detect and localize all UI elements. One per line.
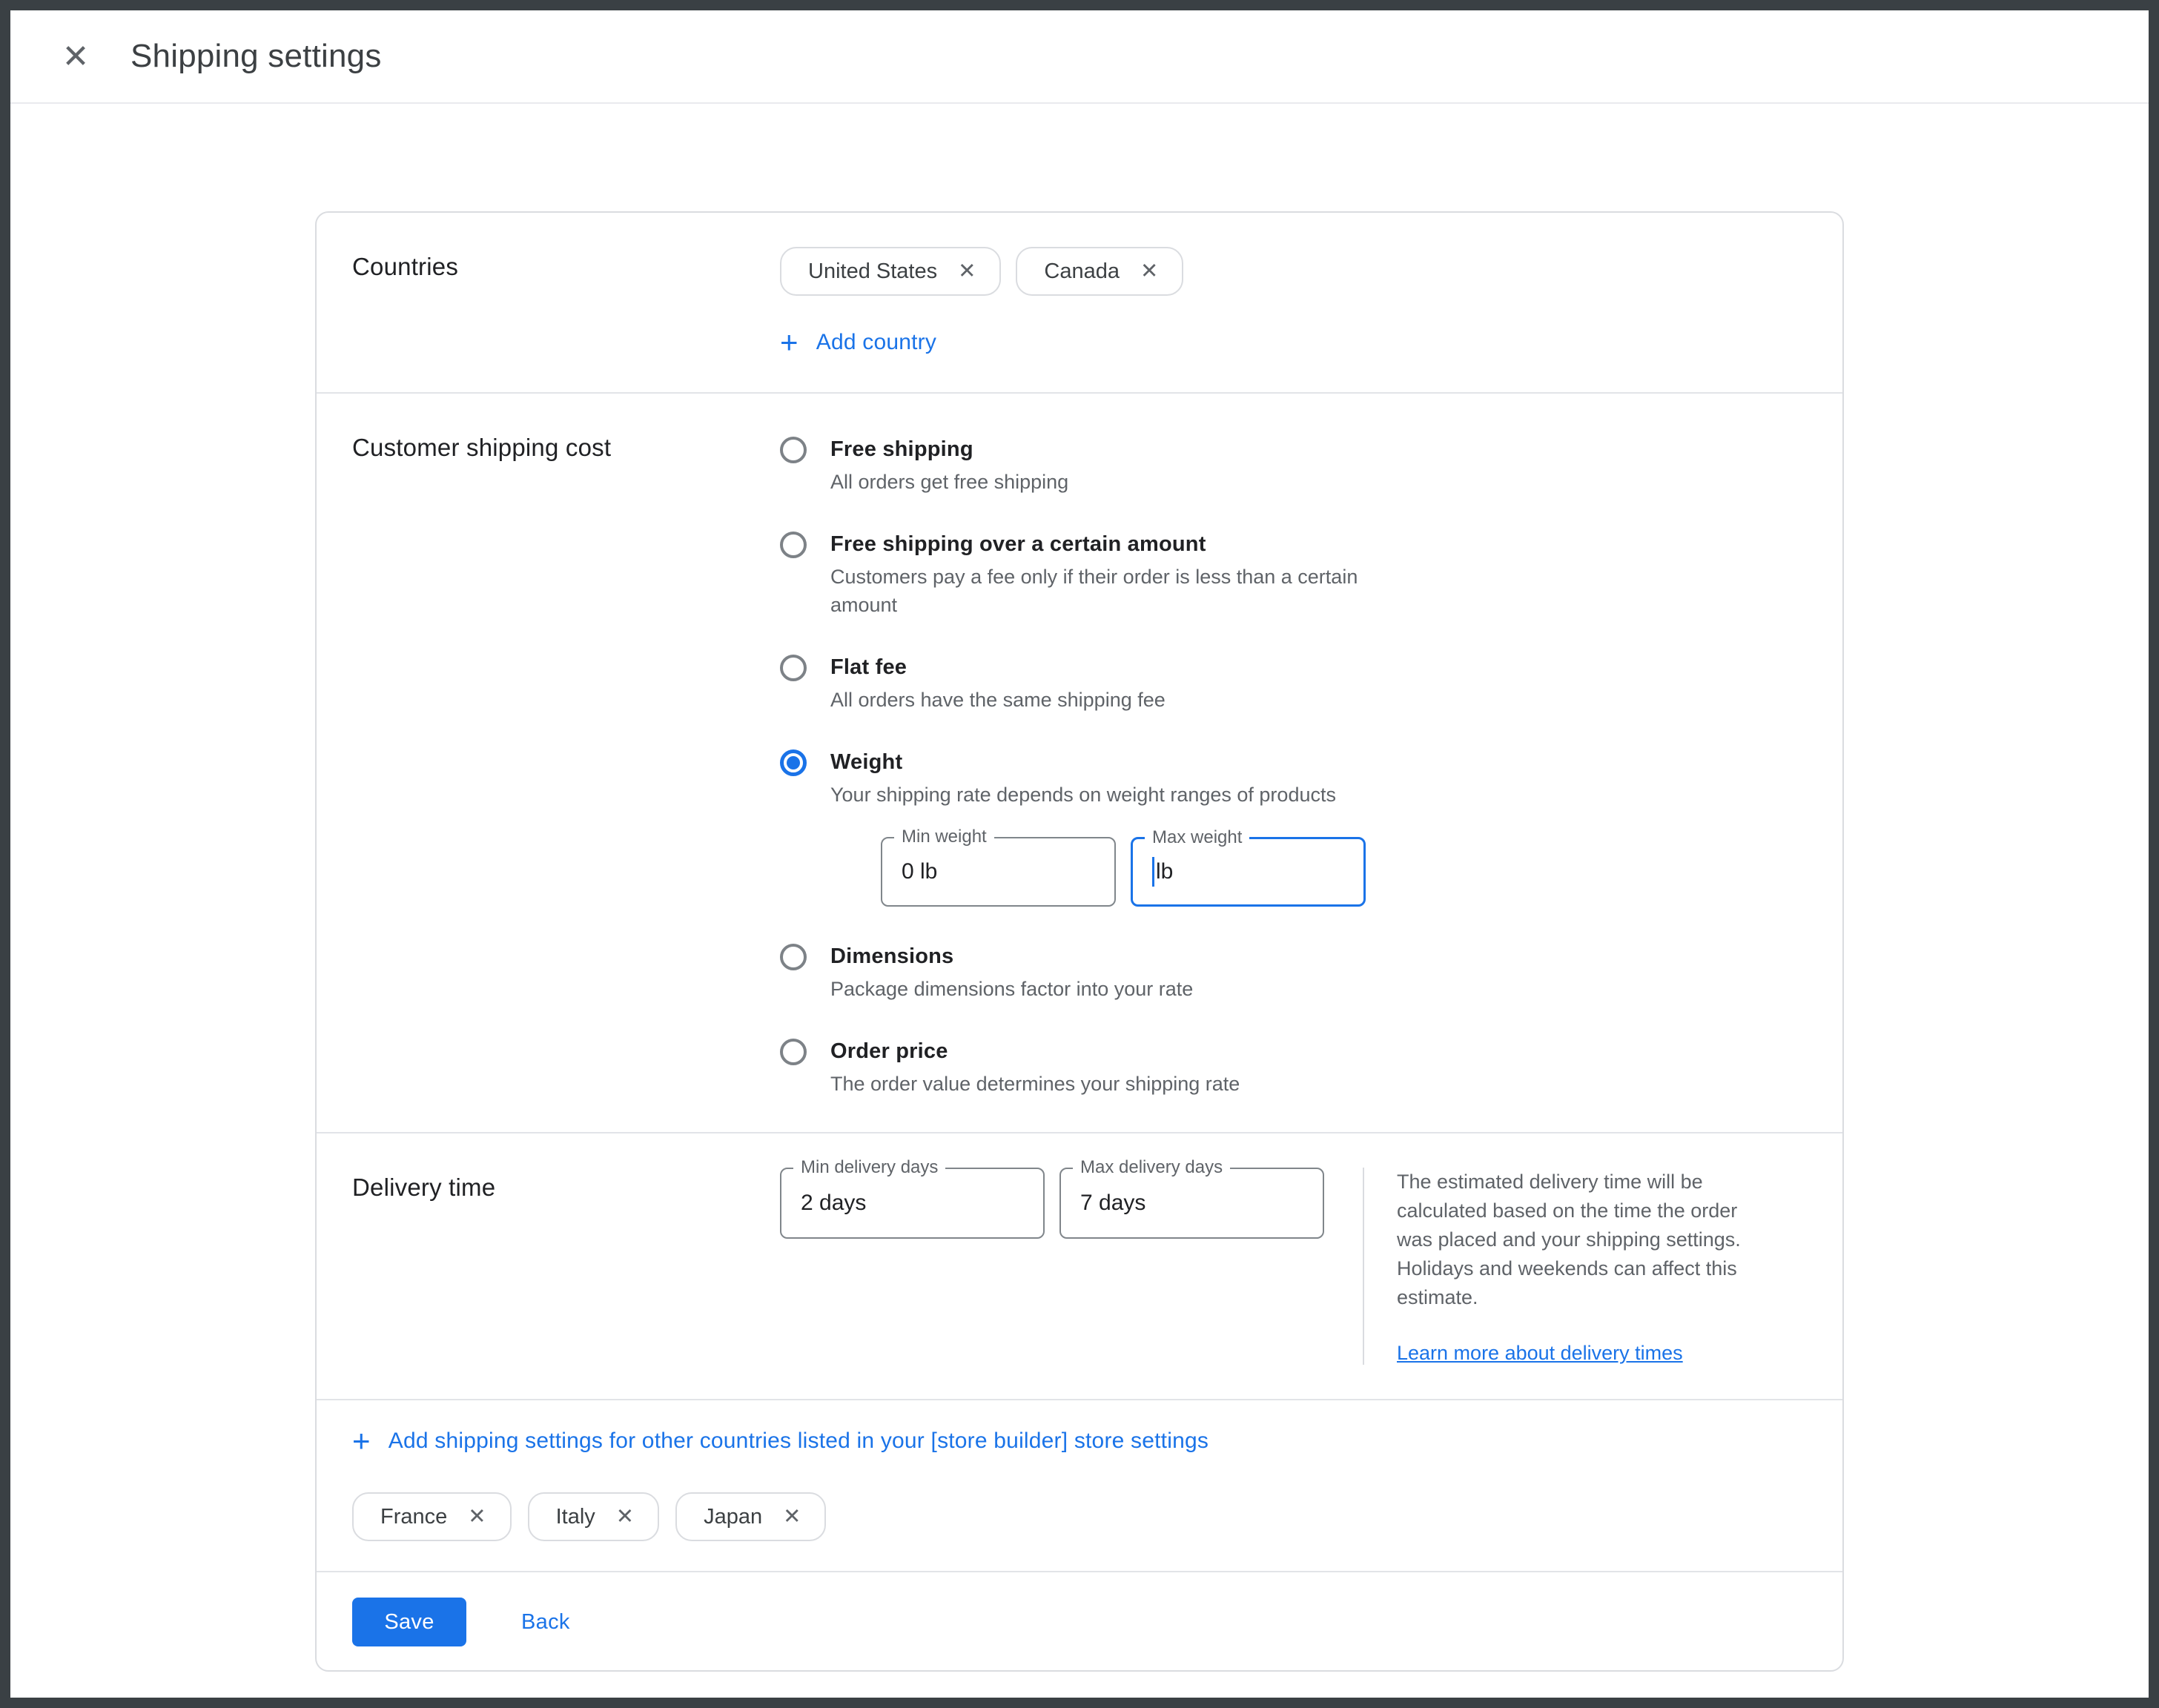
min-delivery-days-value: 2 days [801, 1191, 866, 1216]
weight-fields: Min weight 0 lb Max weight lb [881, 837, 1366, 907]
delivery-time-label: Delivery time [352, 1168, 780, 1365]
option-dimensions[interactable]: Dimensions Package dimensions factor int… [780, 942, 1807, 1003]
other-countries-section: + Add shipping settings for other countr… [317, 1399, 1842, 1571]
max-delivery-days-value: 7 days [1080, 1191, 1145, 1216]
countries-label: Countries [352, 247, 780, 358]
shipping-cost-label: Customer shipping cost [352, 428, 780, 1098]
chip-remove-icon[interactable]: ✕ [783, 1506, 801, 1528]
chip-remove-icon[interactable]: ✕ [1140, 261, 1158, 282]
max-delivery-days-field[interactable]: Max delivery days 7 days [1059, 1168, 1324, 1239]
option-description: Your shipping rate depends on weight ran… [830, 781, 1366, 809]
max-delivery-days-label: Max delivery days [1073, 1157, 1230, 1178]
radio-icon[interactable] [780, 532, 807, 558]
chip-label: Canada [1044, 259, 1120, 284]
delivery-note-text: The estimated delivery time will be calc… [1397, 1168, 1778, 1312]
chip-label: United States [808, 259, 937, 284]
option-description: The order value determines your shipping… [830, 1070, 1240, 1098]
country-chip-japan[interactable]: Japan ✕ [675, 1492, 826, 1541]
other-countries-chip-row: France ✕ Italy ✕ Japan ✕ [352, 1492, 1807, 1541]
option-free-shipping-over-amount[interactable]: Free shipping over a certain amount Cust… [780, 530, 1807, 619]
radio-icon[interactable] [780, 1039, 807, 1065]
delivery-fields: Min delivery days 2 days Max delivery da… [780, 1168, 1324, 1365]
delivery-note: The estimated delivery time will be calc… [1363, 1168, 1778, 1365]
option-text: Order price The order value determines y… [830, 1037, 1240, 1098]
country-chip-france[interactable]: France ✕ [352, 1492, 512, 1541]
countries-chip-row: United States ✕ Canada ✕ [780, 247, 1807, 296]
country-chip-united-states[interactable]: United States ✕ [780, 247, 1001, 296]
add-country-button[interactable]: + Add country [780, 327, 936, 358]
chip-label: France [380, 1505, 447, 1529]
max-weight-suffix: lb [1156, 859, 1173, 884]
option-description: All orders get free shipping [830, 468, 1068, 496]
add-country-label: Add country [816, 330, 936, 355]
radio-icon[interactable] [780, 655, 807, 681]
min-weight-field[interactable]: Min weight 0 lb [881, 837, 1116, 907]
chip-label: Japan [704, 1505, 762, 1529]
option-description: Package dimensions factor into your rate [830, 975, 1193, 1003]
option-text: Dimensions Package dimensions factor int… [830, 942, 1193, 1003]
radio-icon[interactable] [780, 437, 807, 463]
save-button[interactable]: Save [352, 1598, 466, 1646]
option-text: Free shipping All orders get free shippi… [830, 435, 1068, 496]
max-weight-value: lb [1152, 857, 1173, 887]
radio-selected-icon[interactable] [780, 749, 807, 776]
chip-remove-icon[interactable]: ✕ [468, 1506, 486, 1528]
country-chip-italy[interactable]: Italy ✕ [528, 1492, 660, 1541]
dialog-body: Countries United States ✕ Canada ✕ [10, 104, 2149, 1672]
max-weight-field[interactable]: Max weight lb [1131, 837, 1366, 907]
option-text: Flat fee All orders have the same shippi… [830, 653, 1166, 714]
option-order-price[interactable]: Order price The order value determines y… [780, 1037, 1807, 1098]
chip-label: Italy [556, 1505, 595, 1529]
option-weight[interactable]: Weight Your shipping rate depends on wei… [780, 748, 1807, 908]
min-delivery-days-label: Min delivery days [793, 1157, 945, 1178]
shipping-cost-content: Free shipping All orders get free shippi… [780, 428, 1807, 1098]
option-title: Dimensions [830, 942, 1193, 970]
text-cursor [1152, 857, 1154, 887]
close-icon[interactable]: ✕ [55, 36, 96, 77]
option-title: Free shipping over a certain amount [830, 530, 1394, 558]
option-text: Free shipping over a certain amount Cust… [830, 530, 1394, 619]
countries-section: Countries United States ✕ Canada ✕ [317, 213, 1842, 392]
shipping-cost-section: Customer shipping cost Free shipping All… [317, 392, 1842, 1132]
plus-icon: + [352, 1426, 371, 1457]
add-other-countries-label: Add shipping settings for other countrie… [389, 1429, 1209, 1454]
countries-content: United States ✕ Canada ✕ + Add country [780, 247, 1807, 358]
page-title: Shipping settings [130, 38, 382, 75]
min-delivery-days-field[interactable]: Min delivery days 2 days [780, 1168, 1045, 1239]
option-flat-fee[interactable]: Flat fee All orders have the same shippi… [780, 653, 1807, 714]
delivery-content: Min delivery days 2 days Max delivery da… [780, 1168, 1807, 1365]
option-free-shipping[interactable]: Free shipping All orders get free shippi… [780, 435, 1807, 496]
plus-icon: + [780, 327, 799, 358]
chip-remove-icon[interactable]: ✕ [616, 1506, 634, 1528]
radio-icon[interactable] [780, 944, 807, 970]
settings-card: Countries United States ✕ Canada ✕ [315, 211, 1844, 1672]
shipping-cost-options: Free shipping All orders get free shippi… [780, 428, 1807, 1098]
option-title: Flat fee [830, 653, 1166, 681]
window-frame: ✕ Shipping settings Countries United Sta… [0, 0, 2159, 1708]
dialog-header: ✕ Shipping settings [10, 10, 2149, 104]
option-title: Weight [830, 748, 1366, 776]
option-description: Customers pay a fee only if their order … [830, 563, 1394, 619]
option-title: Free shipping [830, 435, 1068, 463]
card-footer: Save Back [317, 1571, 1842, 1670]
learn-more-link[interactable]: Learn more about delivery times [1397, 1342, 1683, 1365]
shipping-settings-dialog: ✕ Shipping settings Countries United Sta… [10, 10, 2149, 1698]
country-chip-canada[interactable]: Canada ✕ [1016, 247, 1183, 296]
back-button[interactable]: Back [521, 1610, 570, 1635]
option-description: All orders have the same shipping fee [830, 686, 1166, 714]
min-weight-value: 0 lb [902, 859, 937, 884]
option-text: Weight Your shipping rate depends on wei… [830, 748, 1366, 908]
max-weight-label: Max weight [1145, 827, 1249, 848]
chip-remove-icon[interactable]: ✕ [958, 261, 976, 282]
add-other-countries-button[interactable]: + Add shipping settings for other countr… [352, 1426, 1209, 1457]
delivery-time-section: Delivery time Min delivery days 2 days M… [317, 1132, 1842, 1399]
option-title: Order price [830, 1037, 1240, 1065]
min-weight-label: Min weight [894, 827, 994, 847]
